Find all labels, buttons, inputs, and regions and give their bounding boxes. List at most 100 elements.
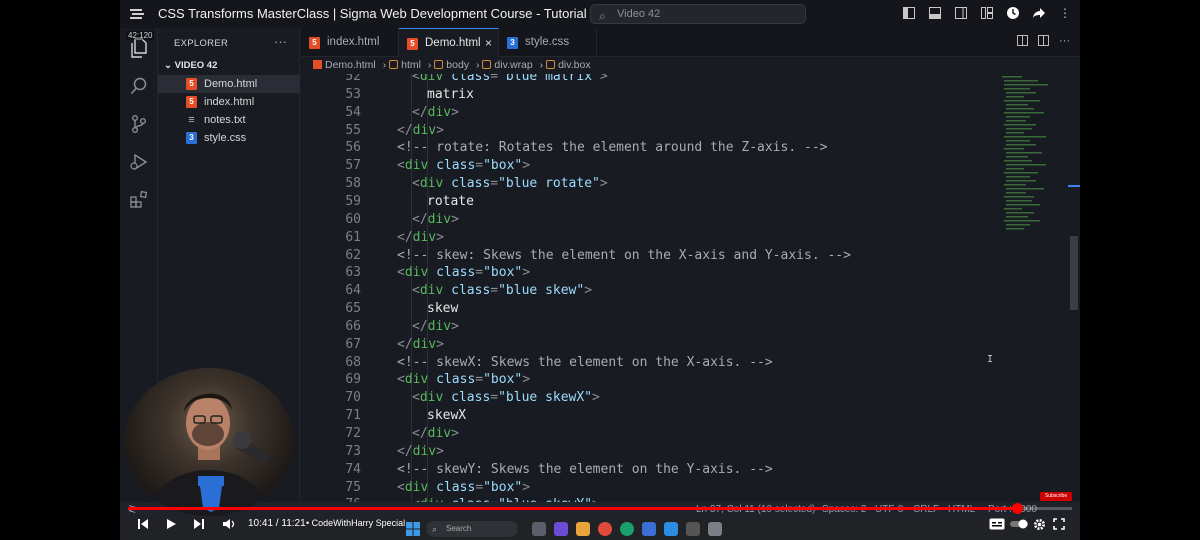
code-line[interactable]: 73 </div>: [301, 443, 1069, 461]
layout-icon[interactable]: [952, 4, 970, 22]
code-line[interactable]: 53 matrix: [301, 86, 1069, 104]
command-center-search[interactable]: ⌕ Video 42: [590, 4, 806, 24]
video-progress-bar[interactable]: [128, 503, 1072, 514]
code-line[interactable]: 60 </div>: [301, 211, 1069, 229]
settings-icon[interactable]: [1030, 515, 1048, 533]
code-line[interactable]: 75 <div class="box">: [301, 479, 1069, 497]
status-bar: ≷ Ln 37, Col 11 (10 selected) Spaces: 2 …: [120, 502, 1080, 518]
code-line[interactable]: 61 </div>: [301, 229, 1069, 247]
app-icon[interactable]: [686, 522, 700, 536]
file-item-style-css[interactable]: 3 style.css: [158, 129, 300, 147]
code-line[interactable]: 62 <!-- skew: Skews the element on the X-…: [301, 247, 1069, 265]
toggle-panel-icon[interactable]: [926, 4, 944, 22]
language-mode[interactable]: HTML: [948, 502, 975, 518]
code-line[interactable]: 54 </div>: [301, 104, 1069, 122]
windows-start-icon[interactable]: [406, 522, 420, 536]
code-line[interactable]: 74 <!-- skewY: Skews the element on the Y…: [301, 461, 1069, 479]
file-item-demo-html[interactable]: 5 Demo.html: [158, 75, 300, 93]
tab-demo-html[interactable]: 5 Demo.html ×: [399, 28, 499, 57]
fullscreen-icon[interactable]: [1050, 515, 1068, 533]
folder-video-42[interactable]: ⌄ VIDEO 42: [158, 57, 300, 75]
store-icon[interactable]: [642, 522, 656, 536]
code-line[interactable]: 52 <div class="blue matrix">: [301, 74, 1069, 86]
autoplay-toggle[interactable]: [1010, 515, 1028, 533]
video-title[interactable]: CSS Transforms MasterClass | Sigma Web D…: [158, 6, 612, 21]
code-line[interactable]: 64 <div class="blue skew">: [301, 282, 1069, 300]
code-token: >: [451, 426, 459, 441]
line-number: 60: [345, 211, 361, 227]
code-editor[interactable]: 52 <div class="blue matrix"> 53 matrix 54 </d…: [301, 74, 1069, 502]
code-line[interactable]: 57 <div class="box">: [301, 157, 1069, 175]
previous-icon[interactable]: [134, 515, 152, 533]
share-icon[interactable]: [1030, 4, 1048, 22]
breadcrumb-item[interactable]: Demo.html: [313, 57, 376, 74]
code-line[interactable]: 66 </div>: [301, 318, 1069, 336]
code-line[interactable]: 58 <div class="blue rotate">: [301, 175, 1069, 193]
more-icon[interactable]: ···: [1059, 35, 1070, 49]
minimap[interactable]: [1000, 74, 1066, 244]
file-explorer-icon[interactable]: [576, 522, 590, 536]
code-line[interactable]: 55 </div>: [301, 122, 1069, 140]
open-preview-icon[interactable]: [1017, 35, 1028, 49]
chrome-icon[interactable]: [598, 522, 612, 536]
file-item-index-html[interactable]: 5 index.html: [158, 93, 300, 111]
settings-app-icon[interactable]: [708, 522, 722, 536]
tab-style-css[interactable]: 3 style.css: [499, 28, 597, 57]
encoding[interactable]: UTF-8: [875, 502, 903, 518]
cursor-position[interactable]: Ln 37, Col 11 (10 selected): [696, 502, 815, 518]
code-line[interactable]: 63 <div class="box">: [301, 264, 1069, 282]
split-editor-icon[interactable]: [1038, 35, 1049, 49]
code-line[interactable]: 56 <!-- rotate: Rotates the element aroun…: [301, 139, 1069, 157]
code-token: =: [490, 283, 499, 299]
breadcrumb-item[interactable]: html: [389, 57, 421, 74]
more-vertical-icon[interactable]: ⋮: [1056, 4, 1074, 22]
code-line[interactable]: 65 skew: [301, 300, 1069, 318]
video-chapter[interactable]: • CodeWithHarry Special: [306, 518, 405, 528]
source-control-icon[interactable]: [127, 112, 151, 136]
teams-icon[interactable]: [554, 522, 568, 536]
code-line[interactable]: 71 skewX: [301, 407, 1069, 425]
code-token: "blue skewX": [498, 390, 593, 406]
customize-layout-icon[interactable]: [978, 4, 996, 22]
code-line[interactable]: 70 <div class="blue skewX">: [301, 389, 1069, 407]
code-token: skew: [427, 301, 459, 317]
run-debug-icon[interactable]: [127, 150, 151, 174]
search-icon[interactable]: [127, 74, 151, 98]
line-number: 53: [345, 86, 361, 102]
code-line[interactable]: 69 <div class="box">: [301, 371, 1069, 389]
close-icon[interactable]: ×: [485, 29, 492, 58]
code-line[interactable]: 68 <!-- skewX: Skews the element on the X…: [301, 354, 1069, 372]
clock-icon[interactable]: [1004, 4, 1022, 22]
extensions-icon[interactable]: [127, 188, 151, 212]
volume-icon[interactable]: [220, 515, 238, 533]
subscribe-button[interactable]: Subscribe: [1040, 492, 1072, 501]
task-view-icon[interactable]: [532, 522, 546, 536]
indentation[interactable]: Spaces: 2: [822, 502, 866, 518]
breadcrumb-item[interactable]: div.wrap: [482, 57, 533, 74]
breadcrumb-item[interactable]: div.box: [546, 57, 591, 74]
code-token: >: [436, 443, 444, 459]
video-player[interactable]: CSS Transforms MasterClass | Sigma Web D…: [0, 0, 1200, 540]
element-icon: [546, 60, 556, 69]
line-ending[interactable]: CRLF: [913, 502, 939, 518]
more-icon[interactable]: ···: [274, 34, 287, 49]
code-line[interactable]: 67 </div>: [301, 336, 1069, 354]
code-line[interactable]: 59 rotate: [301, 193, 1069, 211]
edge-icon[interactable]: [620, 522, 634, 536]
vertical-scrollbar[interactable]: [1070, 236, 1078, 310]
youtube-menu-icon[interactable]: [128, 6, 148, 22]
toggle-sidebar-icon[interactable]: [900, 4, 918, 22]
line-number: 62: [345, 247, 361, 263]
taskbar-search[interactable]: ⌕ Search: [426, 521, 518, 537]
breadcrumb-item[interactable]: body: [434, 57, 469, 74]
file-item-notes-txt[interactable]: ≡ notes.txt: [158, 111, 300, 129]
css3-file-icon: 3: [186, 132, 197, 144]
code-text: <!-- skewY: Skews the element on the Y-a…: [397, 461, 773, 479]
captions-icon[interactable]: [988, 515, 1006, 533]
code-token: "blue rotate": [498, 176, 600, 192]
vscode-taskbar-icon[interactable]: [664, 522, 678, 536]
skip-next-icon[interactable]: [190, 515, 208, 533]
play-icon[interactable]: [162, 515, 180, 533]
code-line[interactable]: 72 </div>: [301, 425, 1069, 443]
tab-index-html[interactable]: 5 index.html: [301, 28, 399, 57]
